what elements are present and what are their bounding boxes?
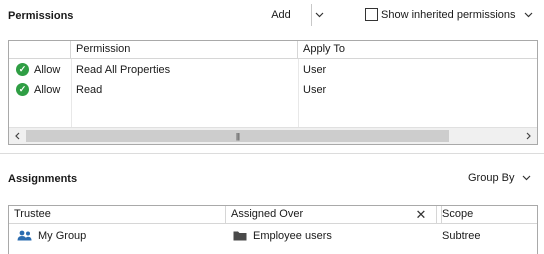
column-header-apply-to[interactable]: Apply To <box>298 41 537 59</box>
scope-cell: Subtree <box>442 230 481 242</box>
assigned-over-cell: Employee users <box>228 226 332 246</box>
scroll-right-button[interactable] <box>520 128 537 144</box>
access-label: Allow <box>34 64 61 76</box>
show-inherited-checkbox[interactable]: Show inherited permissions <box>365 8 516 21</box>
trustee-name: My Group <box>38 230 87 242</box>
folder-icon <box>233 231 247 241</box>
permissions-header: Permissions Add Show inherited permissio… <box>0 0 544 30</box>
chevron-right-icon <box>526 132 531 140</box>
chevron-left-icon <box>15 132 20 140</box>
table-row[interactable]: My Group Employee users Subtree <box>9 226 537 246</box>
chevron-down-icon <box>315 12 323 18</box>
permissions-options-button[interactable] <box>521 6 535 24</box>
add-dropdown-button[interactable] <box>312 4 326 26</box>
horizontal-scrollbar[interactable]: ||| <box>9 127 537 144</box>
scroll-left-button[interactable] <box>9 128 26 144</box>
check-circle-icon: ✓ <box>16 82 29 96</box>
section-divider <box>0 153 544 154</box>
group-icon <box>17 230 32 241</box>
table-row[interactable]: ✓ Allow Read User <box>9 80 537 100</box>
column-header-assigned-over[interactable]: Assigned Over <box>226 206 442 224</box>
group-by-button[interactable]: Group By <box>468 172 531 184</box>
assignments-grid: Trustee Assigned Over ✕ Scope My Group E… <box>8 205 538 254</box>
column-header-permission[interactable]: Permission <box>71 41 298 59</box>
chevron-down-icon <box>523 175 531 181</box>
close-icon[interactable]: ✕ <box>411 206 431 224</box>
check-circle-icon: ✓ <box>16 62 29 76</box>
permissions-grid: Permission Apply To ✓ Allow Read All Prop… <box>8 40 538 145</box>
add-button-label: Add <box>271 9 291 21</box>
apply-to-cell: User <box>303 64 327 76</box>
table-row[interactable]: ✓ Allow Read All Properties User <box>9 60 537 80</box>
show-inherited-label: Show inherited permissions <box>381 8 516 21</box>
apply-to-cell: User <box>303 84 327 96</box>
permission-cell: Read <box>76 84 103 96</box>
show-inherited-box[interactable] <box>365 8 378 21</box>
permission-cell: Read All Properties <box>76 64 171 76</box>
chevron-down-icon <box>524 12 532 18</box>
grip-icon: ||| <box>235 131 240 141</box>
add-button[interactable]: Add <box>263 4 299 26</box>
column-header-trustee[interactable]: Trustee <box>9 206 226 224</box>
access-cell: ✓ Allow <box>11 80 60 100</box>
assigned-over-name: Employee users <box>253 230 332 242</box>
scrollbar-thumb[interactable]: ||| <box>26 130 449 142</box>
assignments-header: Assignments Group By <box>0 163 544 193</box>
group-by-label: Group By <box>468 172 515 184</box>
column-header-scope[interactable]: Scope <box>436 206 537 224</box>
permissions-title: Permissions <box>8 10 74 22</box>
assignments-grid-header: Trustee Assigned Over ✕ Scope <box>9 206 537 224</box>
assignments-title: Assignments <box>8 173 78 185</box>
access-cell: ✓ Allow <box>11 60 60 80</box>
access-label: Allow <box>34 84 61 96</box>
permissions-grid-header: Permission Apply To <box>9 41 537 59</box>
column-header-access[interactable] <box>9 41 71 59</box>
trustee-cell: My Group <box>12 226 86 246</box>
